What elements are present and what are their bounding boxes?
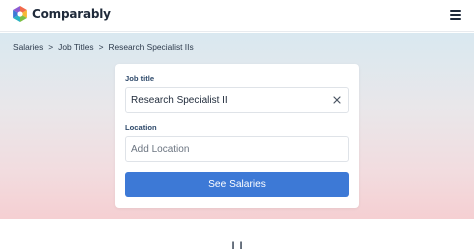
breadcrumb-current[interactable]: Research Specialist IIs [108,42,193,52]
brand-logo[interactable]: Comparably [12,6,111,22]
breadcrumb-separator: > [48,42,54,52]
job-title-field [125,87,349,113]
breadcrumb-salaries[interactable]: Salaries [13,42,43,52]
site-header: Comparably [0,0,474,32]
breadcrumb: Salaries > Job Titles > Research Special… [13,42,194,52]
location-input[interactable] [126,137,348,161]
comparably-logo-icon [13,6,27,22]
salary-search-card: Job title Location See Salaries [115,64,359,208]
close-icon[interactable] [332,95,342,105]
menu-bar [450,14,461,16]
job-title-input[interactable] [126,88,348,112]
brand-name: Comparably [32,7,111,21]
see-salaries-button[interactable]: See Salaries [125,172,349,197]
breadcrumb-separator: > [98,42,104,52]
location-label: Location [125,123,157,132]
page: Comparably Salaries > Job Titles > Resea… [0,0,474,249]
location-field [125,136,349,162]
menu-bar [450,10,461,12]
section-heading-partial: l l [231,240,243,249]
breadcrumb-job-titles[interactable]: Job Titles [58,42,93,52]
menu-bar [450,18,461,20]
hamburger-menu-icon[interactable] [450,9,462,21]
job-title-label: Job title [125,74,155,83]
